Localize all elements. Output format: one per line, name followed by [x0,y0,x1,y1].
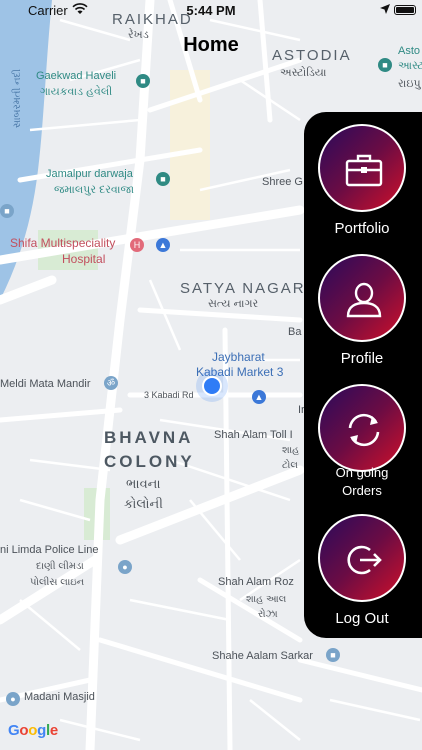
map-label-toll-gu: ટોલ [282,460,298,471]
page-title: Home [183,34,239,56]
menu-label-logout: Log Out [335,610,389,627]
map-label-limda-gu: દાણી લીમડા [36,561,84,572]
menu-label-ongoing: On going [335,465,389,480]
location-arrow-icon [380,4,390,14]
map-label-shah-alam-toll: Shah Alam Toll I [214,429,293,441]
police-icon[interactable]: ● [118,560,132,574]
map-label-river: સાબરમતી નદી [12,69,23,128]
map-label-astodia-gu: અસ્ટોડિયા [280,67,327,79]
map-label-satya-nagar: SATYA NAGAR [180,280,306,297]
map-label-shree: Shree G [262,176,303,188]
map-label-limda: ni Limda Police Line [0,544,99,556]
map-label-jamalpur-gu: જમાલપુર દરવાજા [54,184,135,196]
map-label-police-gu: પોલીસ લાઇન [30,577,85,588]
map-label-jaybharat: Jaybharat [212,350,265,364]
menu-item-logout[interactable]: Log Out [304,514,420,630]
menu-item-ongoing-orders[interactable]: On going Orders [304,384,420,504]
map-label-shifa: Shifa Multispeciality [10,236,116,250]
person-icon [346,282,382,318]
map-label-bhavna: BHAVNA [104,428,194,447]
map-label-hospital: Hospital [62,252,106,266]
map-label-bhavna-gu: ભાવના [126,476,161,491]
hospital-icon[interactable]: H [130,238,144,252]
status-bar: Carrier 5:44 PM [0,0,422,22]
status-time: 5:44 PM [186,3,236,18]
map-label-raipur-gu: રાઇપુ [398,78,421,90]
map-label-roza-gu: રોઝા [258,609,278,620]
map-label-ba: Ba [288,326,302,338]
map-label-madani: Madani Masjid [24,691,95,703]
map-label-roz-gu: શાહ આલ [246,594,287,605]
map-label-colony: COLONY [104,452,195,471]
briefcase-icon [345,154,383,187]
menu-item-portfolio[interactable]: Portfolio [304,124,420,244]
side-menu-panel: Portfolio Profile On going Orders Log Ou… [304,112,422,638]
map-label-kabadi-rd: 3 Kabadi Rd [144,390,194,400]
menu-label-profile: Profile [340,350,384,367]
menu-label-portfolio: Portfolio [334,220,390,237]
menu-label-orders: Orders [342,483,382,498]
shopping-icon[interactable]: ▲ [252,390,266,404]
logout-button[interactable] [318,514,406,602]
map-label-meldi: Meldi Mata Mandir [0,378,91,390]
map-label-asto-gu: આસ્ટ [398,60,422,72]
portfolio-button[interactable] [318,124,406,212]
landmark-icon[interactable]: ■ [0,204,14,218]
map-label-colony-gu: કોલોની [124,496,163,511]
ongoing-orders-button[interactable] [318,384,406,472]
map-label-gaekwad-gu: ગાયકવાડ હવેલી [40,86,113,98]
shopping-icon[interactable]: ▲ [156,238,170,252]
map-label-satya-nagar-gu: સત્ય નાગર [208,298,259,310]
landmark-icon[interactable]: ■ [326,648,340,662]
map-label-shah-gu: શાહ [282,445,300,456]
map-label-shahe-aalam: Shahe Aalam Sarkar [212,650,313,662]
temple-icon[interactable]: ॐ [104,376,118,390]
menu-item-profile[interactable]: Profile [304,254,420,374]
logout-icon [347,545,382,575]
mosque-icon[interactable]: ● [6,692,20,706]
map-label-jamalpur: Jamalpur darwaja [46,168,133,180]
user-location-dot [202,376,222,396]
battery-icon [394,5,416,15]
map-label-shah-alam-roz: Shah Alam Roz [218,576,294,588]
landmark-icon[interactable]: ■ [156,172,170,186]
refresh-icon [348,413,380,447]
google-logo: Google [8,722,58,739]
landmark-icon[interactable]: ■ [136,74,150,88]
map-label-gaekwad: Gaekwad Haveli [36,70,117,82]
profile-button[interactable] [318,254,406,342]
landmark-icon[interactable]: ■ [378,58,392,72]
